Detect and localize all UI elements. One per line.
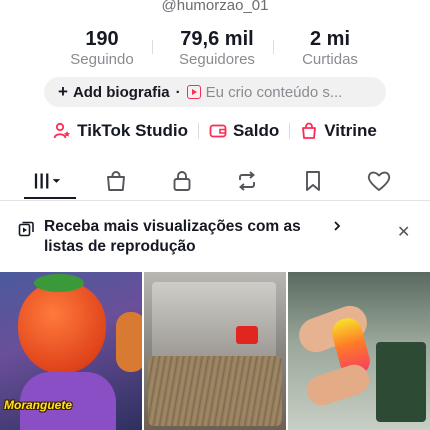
playlist-banner[interactable]: Receba mais visualizações com as listas … (0, 213, 430, 263)
tiktok-studio-link[interactable]: TikTok Studio (53, 121, 188, 141)
tiktok-studio-label: TikTok Studio (77, 121, 188, 140)
video-overlay-text: Moranguete (4, 398, 73, 412)
hand-image (302, 360, 374, 410)
link-divider (197, 123, 199, 139)
stat-following-label: Seguindo (70, 51, 134, 68)
profile-tabs (0, 163, 430, 201)
tab-videos[interactable] (33, 166, 63, 196)
close-icon[interactable]: ✕ (397, 222, 410, 242)
stat-likes-label: Curtidas (302, 51, 358, 68)
repost-icon (239, 171, 255, 191)
chevron-right-icon (334, 221, 341, 231)
tab-shop[interactable] (101, 166, 131, 196)
balance-link[interactable]: Saldo (209, 121, 279, 141)
profile-stats: 190 Seguindo 79,6 mil Seguidores 2 mi Cu… (0, 28, 430, 69)
video-thumbnail[interactable] (288, 272, 430, 430)
side-character (116, 312, 142, 372)
bio-separator: · (175, 83, 181, 101)
stat-divider (273, 40, 274, 54)
tray-image (148, 356, 282, 426)
showcase-label: Vitrine (324, 121, 377, 140)
stat-divider (152, 40, 153, 54)
stat-likes-value: 2 mi (309, 28, 351, 50)
tab-liked[interactable] (364, 166, 394, 196)
stat-following[interactable]: 190 Seguindo (58, 28, 146, 69)
link-divider (289, 123, 291, 139)
playlist-icon (18, 221, 34, 237)
shopping-bag-icon (302, 122, 317, 139)
red-cup-image (236, 326, 258, 344)
video-thumbnail[interactable] (144, 272, 286, 430)
add-bio-label: Add biografia (72, 83, 170, 101)
lock-icon (173, 171, 191, 191)
video-thumbnail[interactable]: Moranguete (0, 272, 142, 430)
studio-icon (53, 122, 71, 139)
stat-followers-label: Seguidores (179, 51, 255, 68)
playlist-banner-text: Receba mais visualizações com as listas … (44, 218, 301, 255)
video-grid: Moranguete (0, 272, 430, 430)
strawberry-character (18, 282, 106, 374)
stat-followers[interactable]: 79,6 mil Seguidores (167, 28, 267, 69)
plus-icon: + (58, 82, 68, 101)
showcase-link[interactable]: Vitrine (300, 121, 377, 141)
grid-dropdown-icon (34, 173, 61, 189)
strawberry-leaf (34, 274, 84, 292)
machine-image (152, 282, 276, 362)
bio-description: Eu crio conteúdo s... (205, 83, 343, 101)
stat-following-value: 190 (85, 28, 119, 50)
wallet-icon (209, 124, 227, 138)
balance-label: Saldo (232, 121, 280, 140)
profile-links: TikTok Studio Saldo Vitrine (0, 121, 430, 141)
profile-username: @humorzao_01 (161, 0, 269, 14)
bag-icon (107, 171, 125, 191)
add-bio-button[interactable]: + Add biografia · Eu crio conteúdo s... (44, 77, 386, 107)
stat-likes[interactable]: 2 mi Curtidas (288, 28, 372, 69)
mold-image (376, 342, 426, 422)
tab-private[interactable] (167, 166, 197, 196)
stat-followers-value: 79,6 mil (180, 28, 254, 50)
active-tab-indicator (24, 197, 76, 199)
tab-reposts[interactable] (232, 166, 262, 196)
bookmark-icon (306, 171, 320, 191)
tab-favorites[interactable] (298, 166, 328, 196)
heart-icon (367, 171, 391, 191)
play-icon (186, 85, 201, 99)
